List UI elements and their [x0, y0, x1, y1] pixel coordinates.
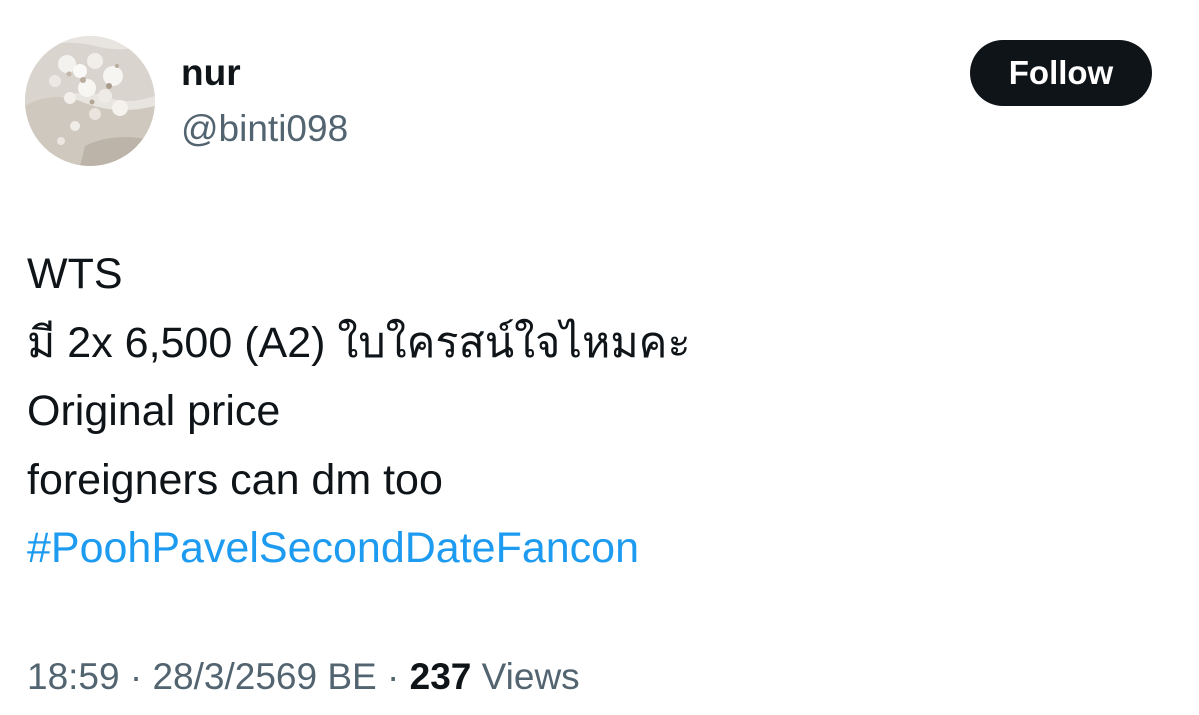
tweet-text: WTS มี 2x 6,500 (A2) ใบใครสน์ใจไหมคะ Ori…	[27, 240, 1167, 583]
tweet-text-line: WTS	[27, 250, 123, 298]
meta-separator: ·	[376, 656, 410, 697]
tweet-card: nur @binti098 Follow WTS มี 2x 6,500 (A2…	[0, 0, 1199, 715]
tweet-date[interactable]: 28/3/2569 BE	[152, 656, 376, 697]
views-count: 237	[409, 656, 472, 697]
tweet-text-line: foreigners can dm too	[27, 455, 443, 504]
follow-button[interactable]: Follow	[970, 40, 1152, 106]
author-display-name[interactable]: nur	[181, 50, 241, 96]
meta-separator: ·	[119, 656, 153, 697]
tweet-time[interactable]: 18:59	[27, 656, 120, 697]
tweet-metadata: 18:59 · 28/3/2569 BE · 237 Views	[27, 652, 580, 702]
tweet-text-line: มี 2x 6,500 (A2) ใบใครสน์ใจไหมคะ	[27, 318, 691, 367]
tweet-text-line: Original price	[27, 387, 281, 435]
hashtag-link[interactable]: #PoohPavelSecondDateFancon	[27, 524, 639, 572]
profile-photo-icon	[25, 36, 155, 166]
author-handle[interactable]: @binti098	[181, 106, 348, 152]
views-label: Views	[481, 656, 580, 697]
author-avatar[interactable]	[25, 36, 155, 166]
